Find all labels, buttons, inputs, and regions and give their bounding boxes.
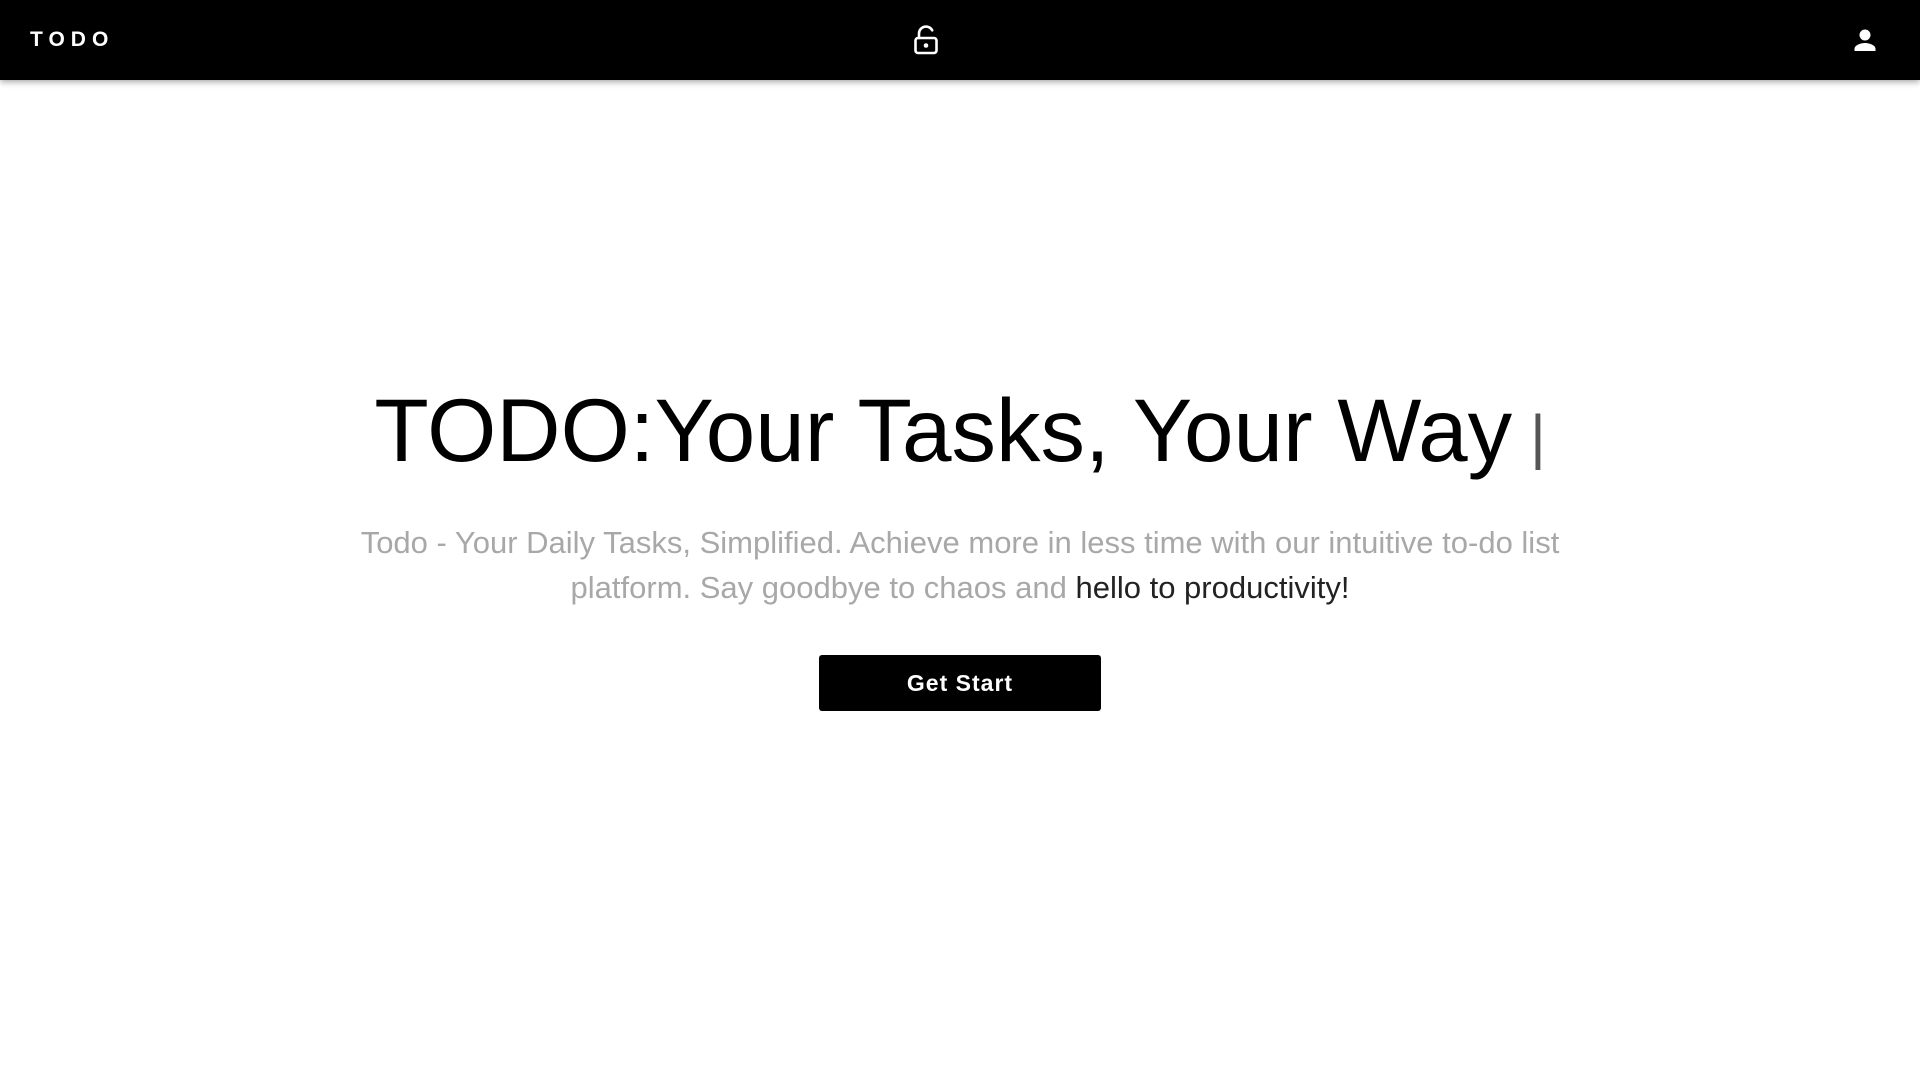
brand-logo[interactable]: TODO — [30, 0, 114, 80]
hero-subtitle: Todo - Your Daily Tasks, Simplified. Ach… — [330, 520, 1590, 610]
user-icon[interactable] — [1852, 27, 1878, 53]
hero-subtitle-highlight: hello to productivity! — [1075, 570, 1350, 605]
hero-title-text: TODO:Your Tasks, Your Way — [374, 380, 1513, 480]
typing-cursor: | — [1530, 403, 1546, 470]
get-start-button[interactable]: Get Start — [819, 655, 1101, 711]
hero-section: TODO:Your Tasks, Your Way | Todo - Your D… — [0, 370, 1920, 610]
top-navbar: TODO — [0, 0, 1920, 80]
hero-subtitle-muted: Todo - Your Daily Tasks, Simplified. Ach… — [360, 525, 1560, 605]
lock-open-icon[interactable] — [913, 25, 939, 55]
hero-title: TODO:Your Tasks, Your Way | — [0, 370, 1920, 490]
